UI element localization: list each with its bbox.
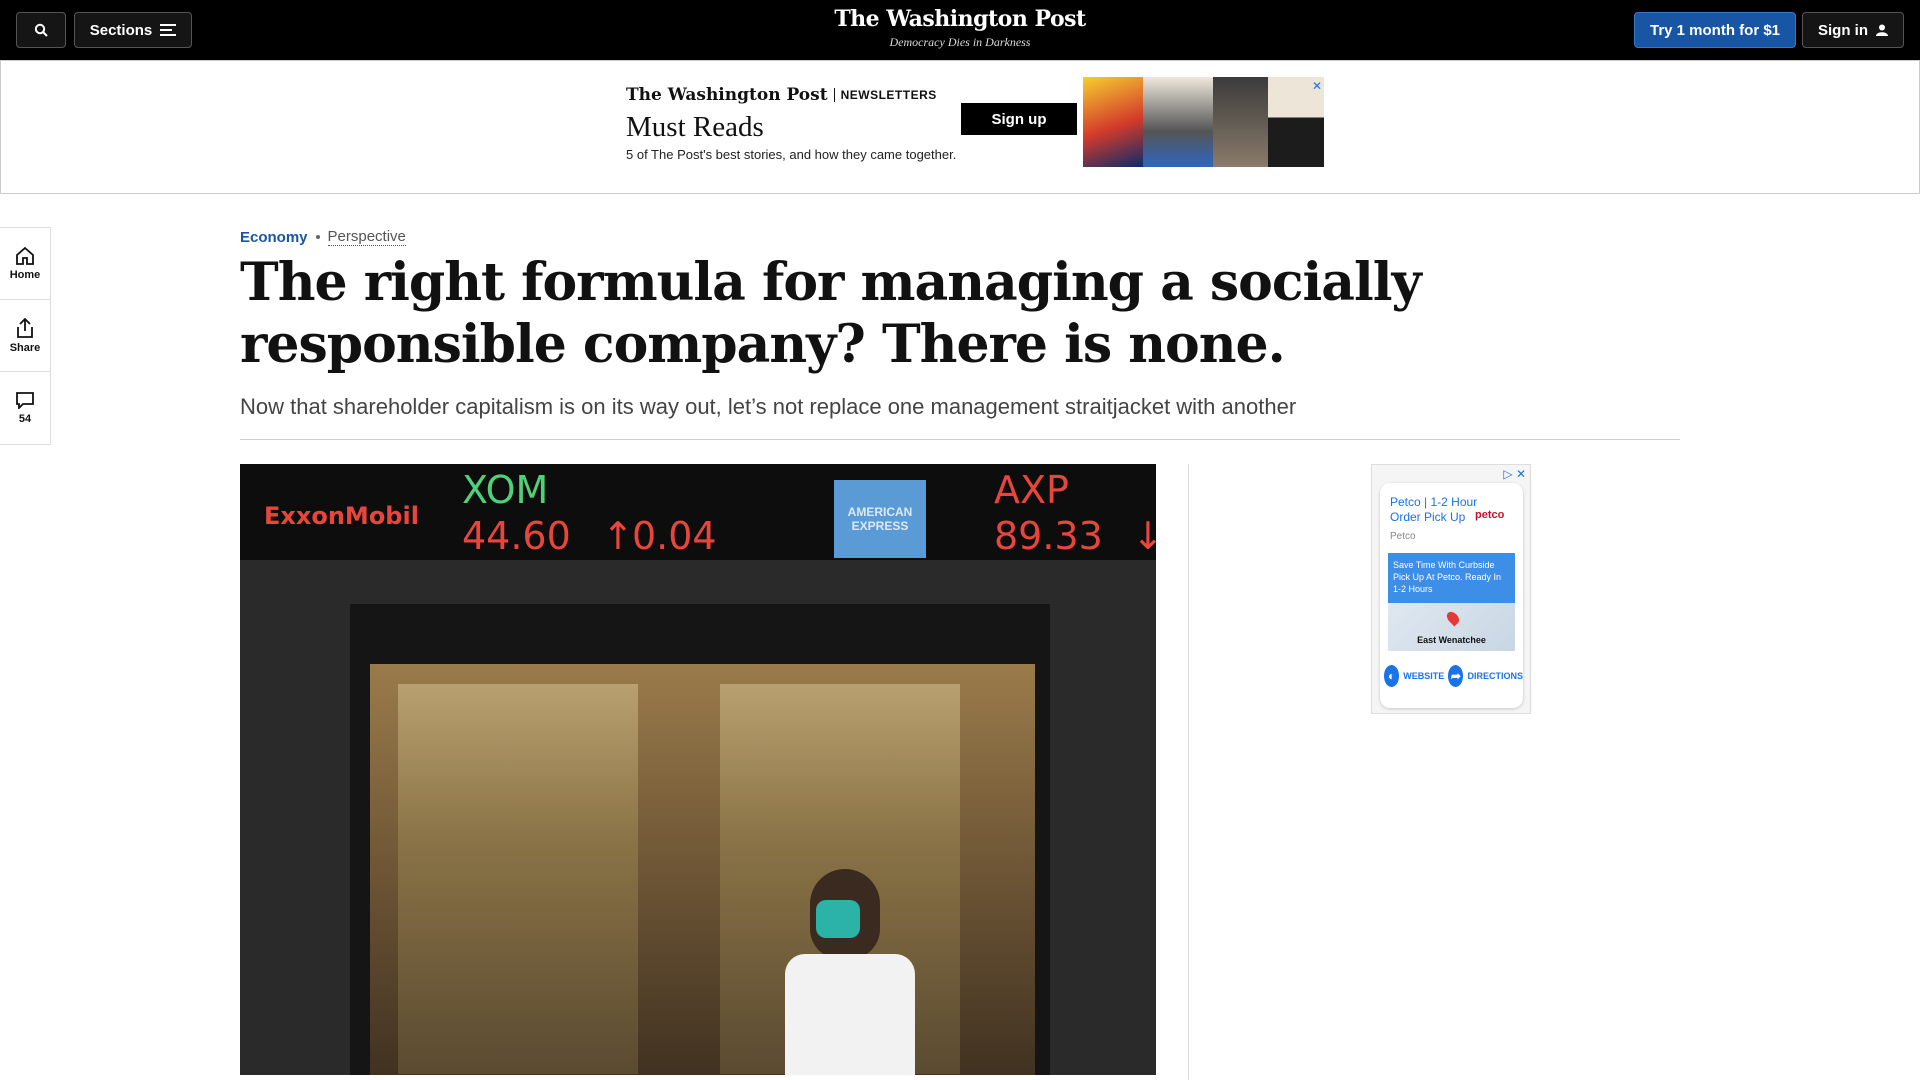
- comment-icon: [16, 392, 34, 409]
- newsletter-ad[interactable]: The Washington Post NEWSLETTERS Must Rea…: [618, 77, 1324, 167]
- lab-coat: [785, 954, 915, 1075]
- newsletter-brand-name: The Washington Post: [626, 85, 828, 105]
- share-icon: [17, 317, 33, 338]
- ticker-price-2: 89.33: [994, 514, 1103, 558]
- face-mask: [816, 900, 860, 938]
- top-navigation-bar: Sections The Washington Post Democracy D…: [0, 0, 1920, 60]
- amex-logo: AMERICAN EXPRESS: [834, 480, 926, 558]
- newsletter-image-collage: ✕: [1083, 77, 1324, 167]
- directions-icon[interactable]: ➦: [1448, 665, 1464, 687]
- top-ad-band: The Washington Post NEWSLETTERS Must Rea…: [0, 60, 1920, 194]
- arrow-down-icon: ↓: [1132, 514, 1156, 558]
- map-pin-icon: [1444, 609, 1462, 627]
- section-link[interactable]: Economy: [240, 229, 308, 246]
- sign-in-label: Sign in: [1818, 21, 1868, 39]
- newsletter-description: 5 of The Post's best stories, and how th…: [626, 147, 957, 162]
- ticker-price-1: 44.60: [462, 514, 571, 558]
- article-kicker: Economy Perspective: [240, 228, 406, 246]
- subscribe-button[interactable]: Try 1 month for $1: [1634, 12, 1796, 48]
- rail-home-label: Home: [9, 268, 41, 281]
- kicker-dot: [315, 235, 320, 239]
- divider: [833, 88, 835, 102]
- ticker-symbol-1: XOM: [462, 468, 549, 512]
- newsletter-brand-suffix: NEWSLETTERS: [840, 88, 937, 102]
- newsletter-brand: The Washington Post NEWSLETTERS: [626, 85, 937, 105]
- rail-home-button[interactable]: Home: [0, 228, 50, 300]
- ad-map[interactable]: East Wenatchee: [1388, 603, 1515, 651]
- ticker-symbol-2: AXP: [994, 468, 1069, 512]
- stock-ticker-display: ExxonMobil XOM 44.60 ↑ 0.04 AMERICAN EXP…: [240, 464, 1156, 560]
- rail-comments-button[interactable]: 54: [0, 372, 50, 444]
- ad-brand-logo: petco: [1475, 509, 1505, 521]
- newsletter-title: Must Reads: [626, 111, 764, 143]
- glass-pane-left: [398, 684, 638, 1074]
- ad-promo-text: Save Time With Curbside Pick Up At Petco…: [1388, 553, 1515, 603]
- ad-links: ◐ WEBSITE ➦ DIRECTIONS: [1384, 665, 1523, 687]
- rail-share-label: Share: [9, 341, 41, 354]
- article-subheadline: Now that shareholder capitalism is on it…: [240, 394, 1297, 419]
- article-side-rail: Home Share 54: [0, 227, 51, 445]
- logo-name: The Washington Post: [834, 6, 1086, 32]
- rail-comments-count: 54: [18, 413, 32, 425]
- perspective-label[interactable]: Perspective: [327, 228, 406, 246]
- lead-photo: ExxonMobil XOM 44.60 ↑ 0.04 AMERICAN EXP…: [240, 464, 1156, 1075]
- ad-close-icon[interactable]: ✕: [1312, 79, 1322, 93]
- home-icon: [16, 246, 34, 265]
- ticker-change-1: 0.04: [632, 514, 717, 558]
- headline-divider: [240, 439, 1680, 440]
- map-city-label: East Wenatchee: [1417, 635, 1486, 645]
- site-logo[interactable]: The Washington Post Democracy Dies in Da…: [0, 6, 1920, 50]
- arrow-up-icon: ↑: [602, 514, 634, 558]
- article-headline: The right formula for managing a sociall…: [240, 252, 1422, 375]
- column-divider: [1188, 464, 1189, 1080]
- logo-tagline: Democracy Dies in Darkness: [889, 35, 1031, 49]
- ad-title[interactable]: Petco | 1-2 Hour Order Pick Up: [1390, 495, 1480, 525]
- ad-website-link[interactable]: WEBSITE: [1403, 671, 1444, 681]
- ticker-company: ExxonMobil: [264, 502, 419, 530]
- ad-directions-link[interactable]: DIRECTIONS: [1467, 671, 1523, 681]
- rail-share-button[interactable]: Share: [0, 300, 50, 372]
- sidebar-ad[interactable]: ▷ ✕ Petco | 1-2 Hour Order Pick Up petco…: [1371, 464, 1531, 714]
- ad-choices-icon[interactable]: ▷ ✕: [1503, 467, 1526, 481]
- sign-in-button[interactable]: Sign in: [1802, 12, 1904, 48]
- newsletter-signup-button[interactable]: Sign up: [961, 103, 1077, 135]
- globe-icon[interactable]: ◐: [1384, 665, 1400, 687]
- user-icon: [1876, 24, 1888, 36]
- ad-source: Petco: [1390, 531, 1416, 542]
- ad-card[interactable]: Petco | 1-2 Hour Order Pick Up petco Pet…: [1380, 483, 1523, 708]
